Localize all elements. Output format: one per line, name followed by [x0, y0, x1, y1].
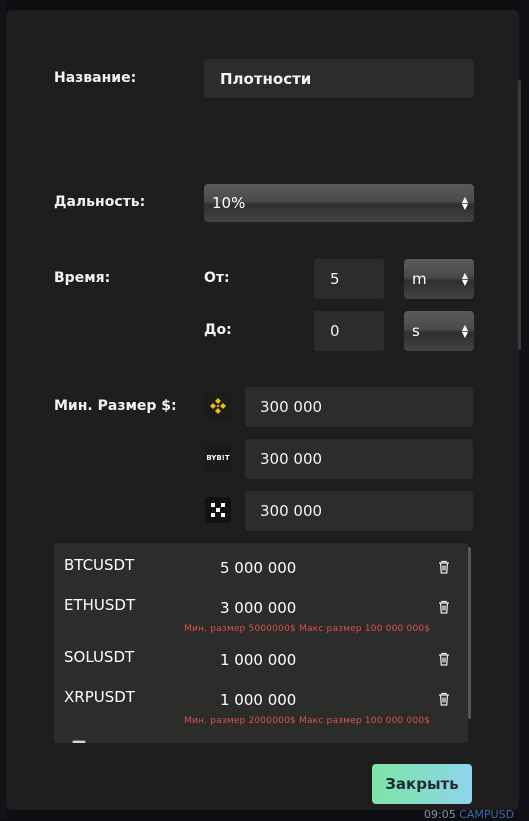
bybit-min-size-input[interactable]: 300 000	[245, 439, 473, 479]
range-select[interactable]: 10% ▲ ▼	[204, 184, 474, 222]
list-checkbox[interactable]	[72, 740, 86, 743]
name-label: Название:	[54, 70, 137, 86]
from-unit-select[interactable]: m ▲ ▼	[404, 259, 474, 299]
okx-min-size-input[interactable]: 300 000	[245, 491, 473, 531]
symbol-amount: 3 000 000	[220, 599, 297, 617]
name-value: Плотности	[220, 69, 312, 88]
symbol-amount: 5 000 000	[220, 559, 297, 577]
to-unit-arrows-icon: ▲ ▼	[461, 323, 468, 339]
to-value: 0	[330, 322, 340, 340]
symbol-pair: SOLUSDT	[64, 648, 135, 666]
to-unit-value: s	[412, 322, 420, 340]
modal-scrollbar[interactable]	[518, 80, 521, 350]
trash-icon[interactable]	[436, 691, 452, 707]
to-unit-select[interactable]: s ▲ ▼	[404, 311, 474, 351]
list-scrollbar[interactable]	[468, 547, 471, 719]
okx-min-size-value: 300 000	[260, 502, 323, 520]
from-unit-value: m	[412, 270, 427, 288]
from-unit-arrows-icon: ▲ ▼	[461, 271, 468, 287]
symbol-pair: BTCUSDT	[64, 556, 135, 574]
symbol-amount: 1 000 000	[220, 651, 297, 669]
binance-min-size-input[interactable]: 300 000	[245, 387, 473, 427]
binance-min-size-value: 300 000	[260, 398, 323, 416]
min-size-label: Мин. Размер $:	[54, 398, 177, 414]
symbol-warning: Мин. размер 5000000$ Макс размер 100 000…	[184, 624, 431, 634]
trash-icon[interactable]	[436, 651, 452, 667]
from-value: 5	[330, 270, 340, 288]
binance-icon	[205, 393, 231, 419]
trash-icon[interactable]	[436, 559, 452, 575]
to-input[interactable]: 0	[314, 311, 384, 351]
to-label: До:	[204, 322, 232, 338]
bybit-icon-text: BYB!T	[206, 454, 230, 462]
range-value: 10%	[212, 194, 246, 212]
symbol-warning: Мин. размер 2000000$ Макс размер 100 000…	[184, 716, 431, 726]
bybit-min-size-value: 300 000	[260, 450, 323, 468]
from-input[interactable]: 5	[314, 259, 384, 299]
symbol-amount: 1 000 000	[220, 691, 297, 709]
symbol-list: BTCUSDT 5 000 000 ETHUSDT 3 000 000 Мин.…	[54, 543, 468, 743]
range-select-arrows-icon: ▲ ▼	[461, 195, 468, 211]
symbol-pair: ETHUSDT	[64, 596, 136, 614]
name-input[interactable]: Плотности	[204, 59, 474, 98]
close-button[interactable]: Закрыть	[372, 764, 472, 804]
from-label: От:	[204, 270, 230, 286]
okx-icon	[205, 497, 231, 523]
symbol-pair: XRPUSDT	[64, 688, 135, 706]
bybit-icon: BYB!T	[205, 445, 231, 471]
trash-icon[interactable]	[436, 599, 452, 615]
range-label: Дальность:	[54, 194, 146, 210]
time-label: Время:	[54, 270, 111, 286]
